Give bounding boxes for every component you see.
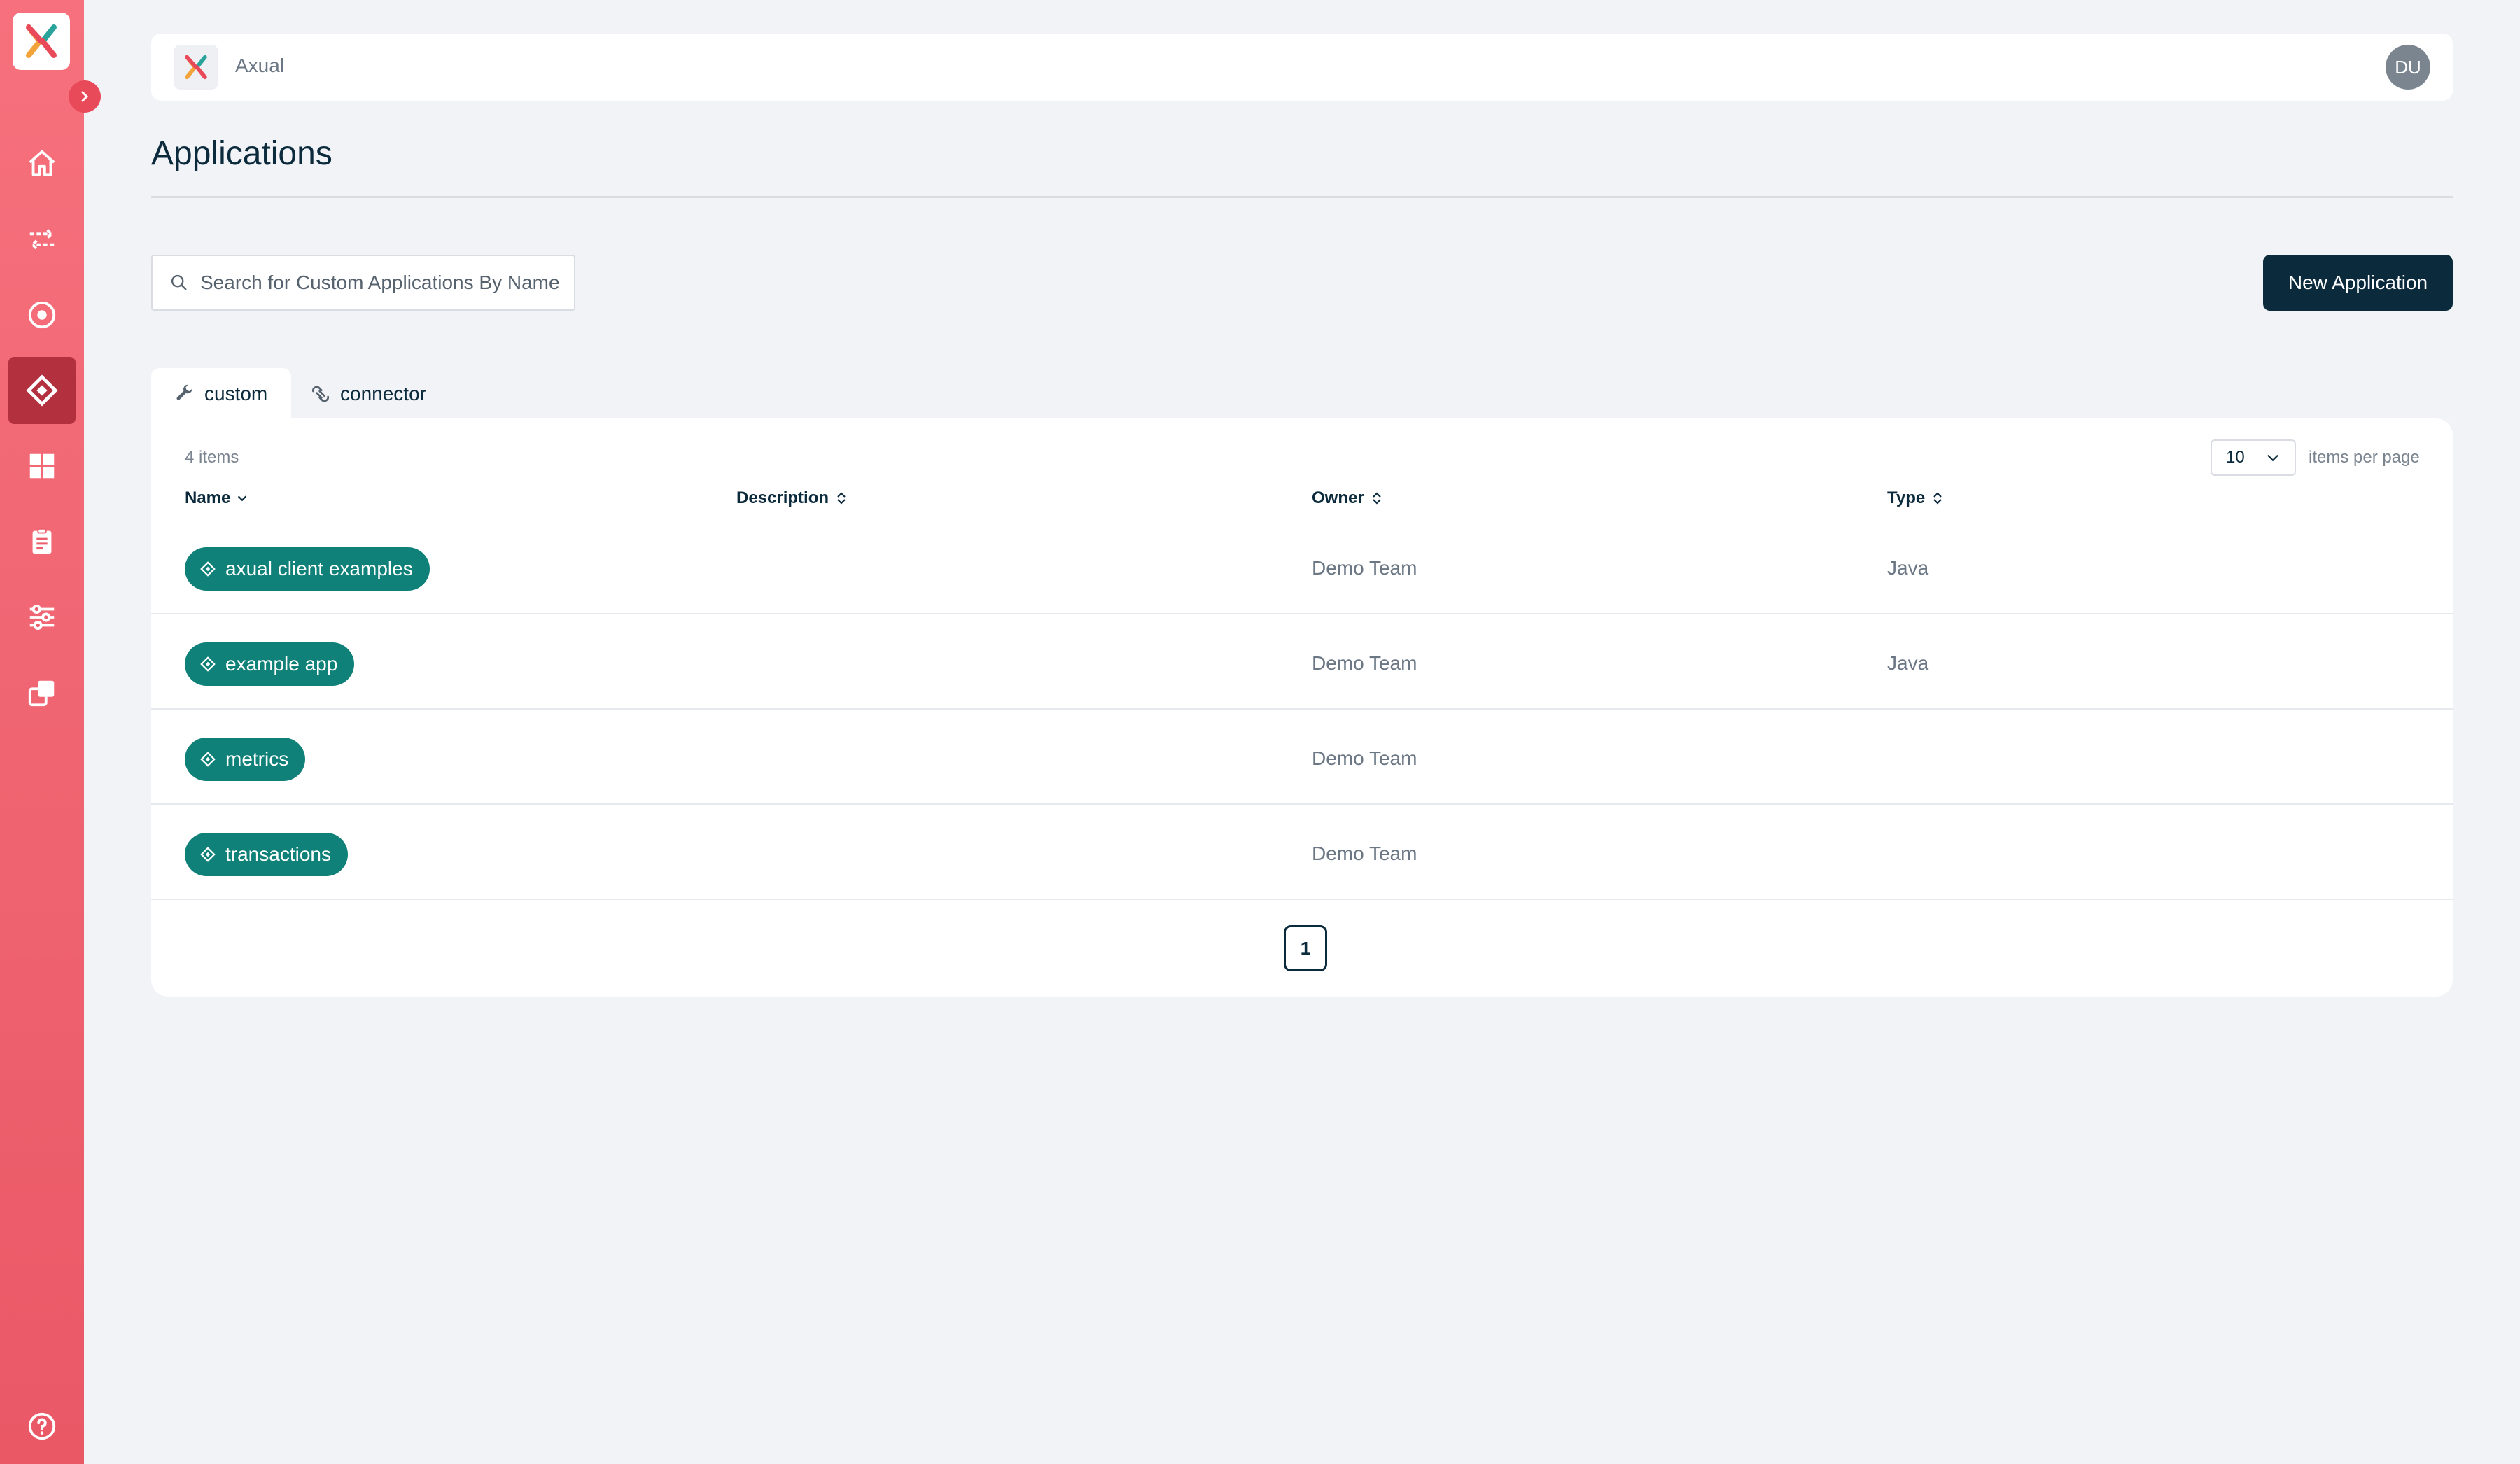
header-logo[interactable]: [174, 45, 218, 90]
table-row[interactable]: axual client examples Demo Team Java: [151, 519, 2453, 614]
application-name: metrics: [225, 748, 289, 770]
applications-icon: [26, 374, 58, 407]
axual-logo-icon: [185, 55, 207, 80]
clipboard-icon: [32, 528, 52, 554]
sort-icon: [1372, 492, 1381, 505]
chevron-down-icon: [2267, 455, 2278, 462]
sort-desc-icon: [238, 495, 247, 502]
sidebar-item-dashboard[interactable]: [8, 432, 76, 500]
dashboard-icon: [29, 453, 55, 479]
column-header-type[interactable]: Type: [1887, 488, 1945, 508]
new-application-button[interactable]: New Application: [2263, 255, 2453, 311]
axual-logo[interactable]: [13, 13, 70, 70]
tab-connector[interactable]: connector: [309, 368, 449, 420]
sidebar-item-settings[interactable]: [8, 584, 76, 651]
sidebar: [0, 0, 101, 1464]
items-per-page-label: items per page: [2309, 448, 2420, 467]
tab-connector-label: connector: [340, 383, 426, 404]
home-icon: [29, 150, 55, 176]
application-name: axual client examples: [225, 558, 413, 579]
copy-icon: [28, 680, 55, 707]
sort-icon: [837, 492, 846, 505]
application-owner: Demo Team: [1312, 747, 1418, 769]
application-owner: Demo Team: [1312, 652, 1418, 674]
item-count: 4 items: [185, 448, 239, 467]
column-header-description-label: Description: [736, 488, 830, 507]
sidebar-item-clipboard[interactable]: [8, 508, 76, 575]
table-row[interactable]: metrics Demo Team: [151, 710, 2453, 805]
sidebar-item-streams[interactable]: [8, 206, 76, 273]
application-name: transactions: [225, 843, 331, 865]
table-row[interactable]: transactions Demo Team: [151, 805, 2453, 900]
search-input[interactable]: [200, 272, 564, 294]
sidebar-item-help[interactable]: [8, 1393, 76, 1460]
header-app-name: Axual: [235, 55, 285, 76]
page-title: Applications: [151, 135, 332, 172]
column-header-owner-label: Owner: [1312, 488, 1364, 507]
application-pill[interactable]: transactions: [185, 833, 348, 876]
pagination-page-1[interactable]: 1: [1284, 925, 1327, 971]
chevron-right-icon: [81, 91, 89, 102]
tab-custom[interactable]: custom: [151, 368, 291, 420]
axual-logo-icon: [26, 24, 57, 58]
application-owner: Demo Team: [1312, 843, 1418, 864]
column-header-owner[interactable]: Owner: [1312, 488, 1384, 508]
top-header: Axual DU: [151, 34, 2453, 101]
application-icon: [200, 561, 216, 577]
column-header-type-label: Type: [1887, 488, 1926, 507]
application-type: Java: [1887, 557, 1929, 579]
user-avatar[interactable]: DU: [2386, 45, 2430, 90]
application-type: Java: [1887, 652, 1929, 674]
items-per-page-value: 10: [2226, 448, 2245, 467]
help-icon: [28, 1412, 56, 1440]
wrench-icon: [176, 384, 192, 400]
application-pill[interactable]: axual client examples: [185, 547, 430, 591]
application-pill[interactable]: metrics: [185, 738, 306, 781]
column-header-name-label: Name: [185, 488, 231, 507]
application-name: example app: [225, 653, 338, 675]
application-icon: [200, 752, 216, 767]
sidebar-item-copy[interactable]: [8, 659, 76, 726]
sidebar-item-home[interactable]: [8, 130, 76, 197]
application-icon: [200, 847, 216, 862]
column-header-name[interactable]: Name: [185, 488, 248, 508]
streams-icon: [29, 229, 55, 250]
table-row[interactable]: example app Demo Team Java: [151, 614, 2453, 710]
connector-icon: [312, 386, 330, 402]
column-header-description[interactable]: Description: [736, 488, 848, 508]
application-icon: [200, 656, 216, 672]
environments-icon: [28, 301, 56, 329]
sidebar-item-environments[interactable]: [8, 281, 76, 349]
tab-custom-label: custom: [204, 383, 268, 404]
search-icon: [171, 274, 187, 290]
sidebar-item-applications[interactable]: [8, 357, 76, 424]
sort-icon: [1933, 492, 1942, 505]
search-box: [151, 255, 575, 311]
items-per-page-select[interactable]: 10: [2211, 439, 2296, 476]
applications-table: 4 items 10 items per page Name Descripti…: [151, 418, 2453, 997]
settings-sliders-icon: [29, 604, 55, 631]
sidebar-expand-button[interactable]: [69, 80, 101, 113]
application-pill[interactable]: example app: [185, 642, 355, 686]
title-divider: [151, 196, 2453, 198]
application-owner: Demo Team: [1312, 557, 1418, 579]
